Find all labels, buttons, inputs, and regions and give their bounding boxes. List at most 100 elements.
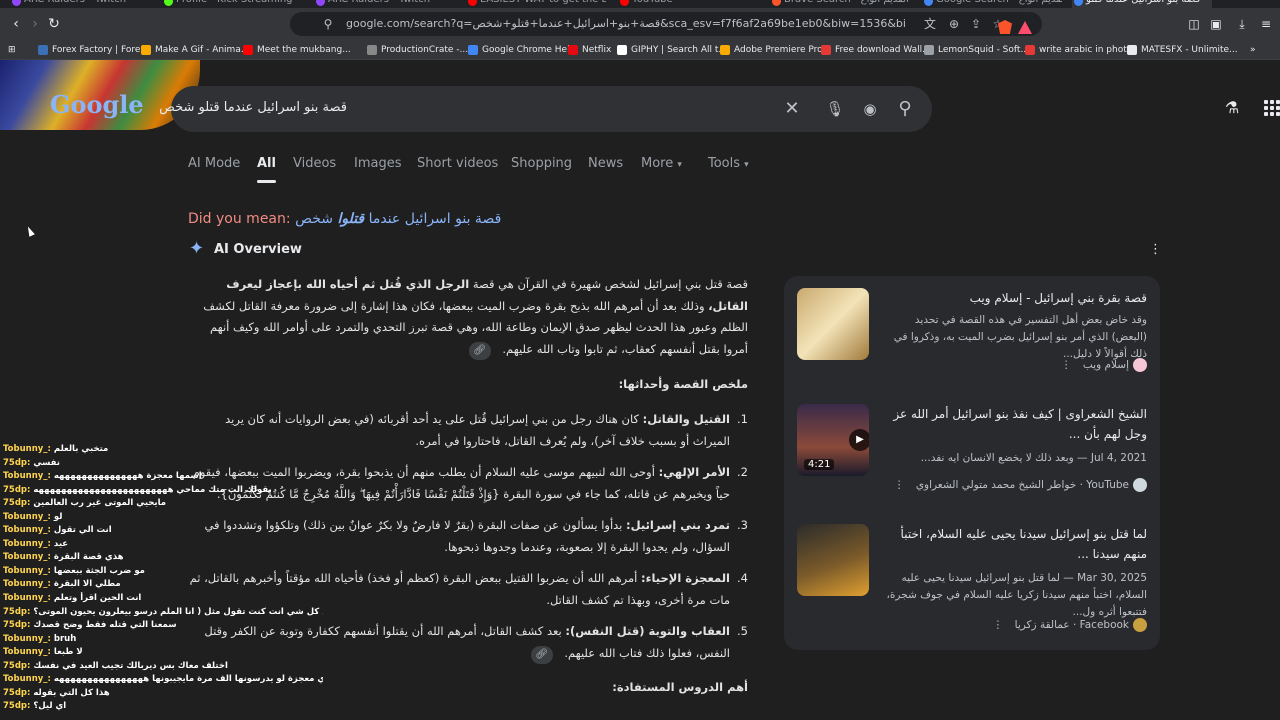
tab-title: Brave Search - الأشكال القديم أنواع [784, 0, 910, 5]
source-card[interactable]: ▶ 4:21 الشيخ الشعراوى | كيف نفذ بنو اسرا… [784, 404, 1160, 514]
chat-message: 75dp: اختلف معاك بس ديربالك تجيب العيد ف… [3, 660, 323, 674]
google-apps-icon[interactable] [1264, 100, 1280, 116]
browser-tab[interactable]: EASIEST WAY to get the Best AQ [466, 0, 606, 8]
site-info-icon[interactable]: ⚲ [320, 16, 336, 32]
lens-icon[interactable]: ◉ [859, 98, 881, 120]
more-options-icon[interactable]: ⋮ [1149, 242, 1162, 257]
zoom-icon[interactable]: ⊕ [946, 16, 962, 32]
list-item-title: الأمر الإلهي: [658, 465, 730, 479]
clear-icon[interactable]: ✕ [781, 98, 803, 120]
browser-tab[interactable]: Profile - Kick Streaming [162, 0, 302, 8]
did-you-mean-suggestion[interactable]: قصة بنو اسرائيل عندما قتلوا شخص [295, 211, 501, 227]
address-bar[interactable]: ⚲ google.com/search?q=قصة+بنو+اسرائيل+عن… [290, 12, 1042, 36]
google-logo[interactable]: Google [50, 90, 144, 119]
browser-tab[interactable]: Brave Search - الأشكال القديم أنواع [770, 0, 910, 8]
translate-icon[interactable]: 文 [922, 16, 938, 32]
share-icon[interactable]: ⇪ [968, 16, 984, 32]
more-options-icon[interactable]: ⋮ [894, 479, 905, 491]
reload-icon[interactable]: ↻ [46, 16, 62, 32]
bookmark-item[interactable]: Make A Gif - Anima... [141, 43, 249, 57]
bookmark-item[interactable]: Adobe Premiere Pro... [720, 43, 831, 57]
tab-short-videos[interactable]: Short videos [417, 156, 498, 171]
tab-tools[interactable]: Tools ▾ [708, 156, 749, 171]
browser-tab[interactable]: قصة بنو اسرائيل عندما قتلو [1072, 0, 1212, 8]
chat-message: Tobunny_: bruh [3, 633, 323, 647]
source-site[interactable]: Facebook · عمالقة زكريا ⋮ [880, 618, 1147, 632]
bookmark-item[interactable]: Google Chrome Help [468, 43, 575, 57]
bookmark-item[interactable]: Forex Factory | Fore... [38, 43, 149, 57]
bookmark-item[interactable]: write arabic in phot... [1025, 43, 1135, 57]
tab-favicon-icon [164, 0, 173, 6]
chat-message: Tobunny_: انت الي تقول [3, 524, 323, 538]
browser-tab[interactable]: YouTube [618, 0, 758, 8]
tab-favicon-icon [620, 0, 629, 6]
browser-tab[interactable]: ARC Raiders - Twitch [10, 0, 150, 8]
browser-tab[interactable]: Google Search - الأشكال القديم أنواع [922, 0, 1062, 8]
brave-rewards-icon[interactable] [1018, 21, 1032, 34]
chat-message: Tobunny_: عيد [3, 538, 323, 552]
more-options-icon[interactable]: ⋮ [993, 619, 1004, 631]
list-number: 1. [737, 412, 748, 426]
sidebar-icon[interactable]: ▣ [1208, 16, 1224, 32]
bookmark-favicon-icon [38, 45, 48, 55]
back-icon[interactable]: ‹ [8, 16, 24, 32]
tab-ai-mode[interactable]: AI Mode [188, 156, 240, 171]
more-options-icon[interactable]: ⋮ [1061, 359, 1072, 371]
chat-username: Tobunny_ [3, 444, 48, 454]
bookmark-item[interactable]: Free download Wall... [821, 43, 931, 57]
bookmark-item[interactable]: MATESFX - Unlimite... [1127, 43, 1238, 57]
bookmark-item[interactable]: ProductionCrate -... [367, 43, 468, 57]
chat-username: 75dp [3, 660, 27, 671]
tab-shopping[interactable]: Shopping [511, 156, 572, 171]
chat-message: 75dp: هذا كل التي بقوله [3, 687, 323, 701]
browser-tab[interactable]: ARC Raiders - Twitch [314, 0, 454, 8]
bookmark-label: Free download Wall... [835, 45, 931, 55]
video-duration: 4:21 [804, 459, 835, 470]
more-bookmarks-icon[interactable]: » [1250, 43, 1256, 57]
chat-message: Tobunny_: لا طبعا [3, 646, 323, 660]
source-title[interactable]: قصة بقرة بني إسرائيل - إسلام ويب [880, 288, 1147, 308]
apps-icon[interactable]: ⊞ [8, 43, 16, 57]
search-box[interactable]: قصة بنو اسرائيل عندما قتلو شخص ✕ 🎙︎ ◉ ⚲ [159, 86, 932, 132]
tab-images[interactable]: Images [354, 156, 402, 171]
bookmark-item[interactable]: LemonSquid - Soft... [924, 43, 1029, 57]
bookmark-item[interactable]: Netflix [568, 43, 611, 57]
search-input[interactable]: قصة بنو اسرائيل عندما قتلو شخص [159, 100, 347, 115]
tab-favicon-icon [12, 0, 21, 6]
search-icon[interactable]: ⚲ [894, 98, 916, 120]
source-snippet: وقد خاض بعض أهل التفسير في هذه القصة في … [893, 314, 1147, 360]
menu-icon[interactable]: ≡ [1258, 16, 1274, 32]
tab-all[interactable]: All [257, 156, 276, 183]
source-site[interactable]: YouTube · خواطر الشيخ محمد متولي الشعراو… [880, 478, 1147, 492]
chat-username: Tobunny_ [3, 579, 48, 590]
bookmark-item[interactable]: GIPHY | Search All t... [617, 43, 727, 57]
chat-text: دقيقه قبل كل شي انت كنت تقول مثل ( انا ا… [33, 606, 323, 617]
site-favicon-icon [1133, 358, 1147, 372]
source-title[interactable]: لما قتل بنو إسرائيل سيدنا يحيى عليه السل… [880, 524, 1147, 564]
source-card[interactable]: قصة بقرة بني إسرائيل - إسلام ويب وقد خاض… [784, 288, 1160, 398]
microphone-icon[interactable]: 🎙︎ [824, 98, 846, 120]
downloads-icon[interactable]: ⤓ [1234, 16, 1250, 32]
play-icon[interactable]: ▶ [849, 429, 869, 451]
extensions-icon[interactable]: ◫ [1186, 16, 1202, 32]
tab-news[interactable]: News [588, 156, 623, 171]
tab-videos[interactable]: Videos [293, 156, 336, 171]
chat-text: مو ضرب الجثة ببعضها [53, 565, 145, 576]
chat-text: يقولك الت متك مماحي هههههههههههههههههههه… [33, 484, 272, 495]
bookmark-favicon-icon [367, 45, 377, 55]
browser-toolbar: ‹ › ↻ ☐ ⚲ google.com/search?q=قصة+بنو+اس… [0, 8, 1280, 40]
chat-username: Tobunny_ [3, 674, 48, 685]
video-thumbnail[interactable]: ▶ 4:21 [797, 404, 869, 476]
tab-more[interactable]: More ▾ [641, 156, 682, 171]
bookmark-favicon-icon [468, 45, 478, 55]
bookmark-item[interactable]: Meet the mukbang... [243, 43, 351, 57]
chat-text: انت الي تقول [53, 525, 112, 536]
chat-username: Tobunny_ [3, 511, 48, 522]
source-site[interactable]: إسلام ويب ⋮ [880, 358, 1147, 372]
source-title[interactable]: الشيخ الشعراوى | كيف نفذ بنو اسرائيل أمر… [880, 404, 1147, 444]
source-card[interactable]: لما قتل بنو إسرائيل سيدنا يحيى عليه السل… [784, 524, 1160, 634]
labs-flask-icon[interactable]: ⚗ [1222, 98, 1242, 118]
forward-icon[interactable]: › [27, 16, 43, 32]
link-icon[interactable]: 🔗︎ [468, 341, 491, 360]
link-icon[interactable]: 🔗︎ [530, 645, 553, 664]
